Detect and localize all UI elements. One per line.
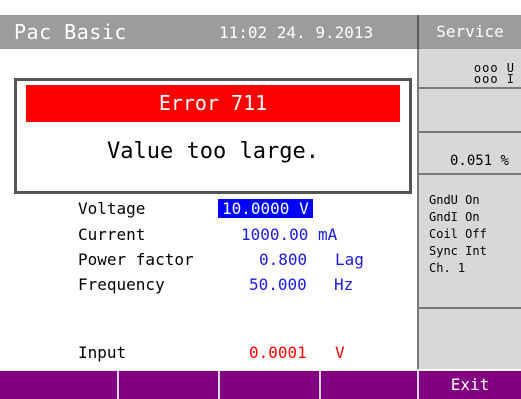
softkey-1[interactable]: [0, 371, 119, 399]
panel-divider: [419, 131, 521, 133]
title-bar: Pac Basic 11:02 24. 9.2013 Service: [0, 15, 521, 49]
service-button[interactable]: Service: [417, 15, 521, 49]
right-status-panel: ooo U ooo I 0.051 % GndU On GndI On Coil…: [417, 49, 521, 369]
status-gndu: GndU On: [429, 193, 480, 207]
error-dialog: Error 711 Value too large.: [14, 78, 412, 194]
input-label: Input: [78, 343, 127, 362]
panel-divider: [419, 173, 521, 175]
frequency-unit: Hz: [334, 275, 354, 294]
power-factor-unit: Lag: [335, 250, 364, 269]
power-factor-label: Power factor: [78, 250, 194, 269]
app-title: Pac Basic: [14, 20, 127, 44]
voltage-value-text: 10.0000: [222, 199, 290, 218]
percent-readout: 0.051 %: [449, 153, 509, 169]
input-value: 0.0001: [249, 343, 307, 362]
error-message: Value too large.: [107, 139, 319, 164]
frequency-label: Frequency: [78, 275, 165, 294]
panel-divider: [419, 87, 521, 89]
output-indicators: ooo U ooo I: [473, 62, 515, 86]
current-label: Current: [78, 225, 146, 244]
current-indicator: ooo I: [473, 72, 515, 86]
error-title: Error 711: [26, 85, 400, 122]
status-gndi: GndI On: [429, 210, 480, 224]
current-value[interactable]: 1000.00: [241, 225, 308, 244]
status-sync: Sync Int: [429, 244, 487, 258]
softkey-4[interactable]: [321, 371, 419, 399]
frequency-value[interactable]: 50.000: [249, 275, 307, 294]
softkey-bar: Exit: [0, 371, 521, 399]
status-coil: Coil Off: [429, 227, 487, 241]
softkey-3[interactable]: [220, 371, 321, 399]
instrument-screen: Pac Basic 11:02 24. 9.2013 Service ooo U…: [0, 0, 521, 399]
input-unit: V: [335, 343, 345, 362]
status-list: GndU On GndI On Coil Off Sync Int Ch. 1: [429, 192, 487, 277]
voltage-unit: V: [299, 199, 309, 218]
status-channel: Ch. 1: [429, 261, 466, 275]
voltage-label: Voltage: [78, 199, 146, 218]
voltage-value[interactable]: 10.0000 V: [218, 199, 313, 218]
current-unit: mA: [318, 225, 338, 244]
panel-divider: [419, 307, 521, 309]
date-time: 11:02 24. 9.2013: [219, 23, 374, 42]
softkey-2[interactable]: [119, 371, 220, 399]
power-factor-value[interactable]: 0.800: [259, 250, 307, 269]
exit-button[interactable]: Exit: [419, 371, 521, 399]
